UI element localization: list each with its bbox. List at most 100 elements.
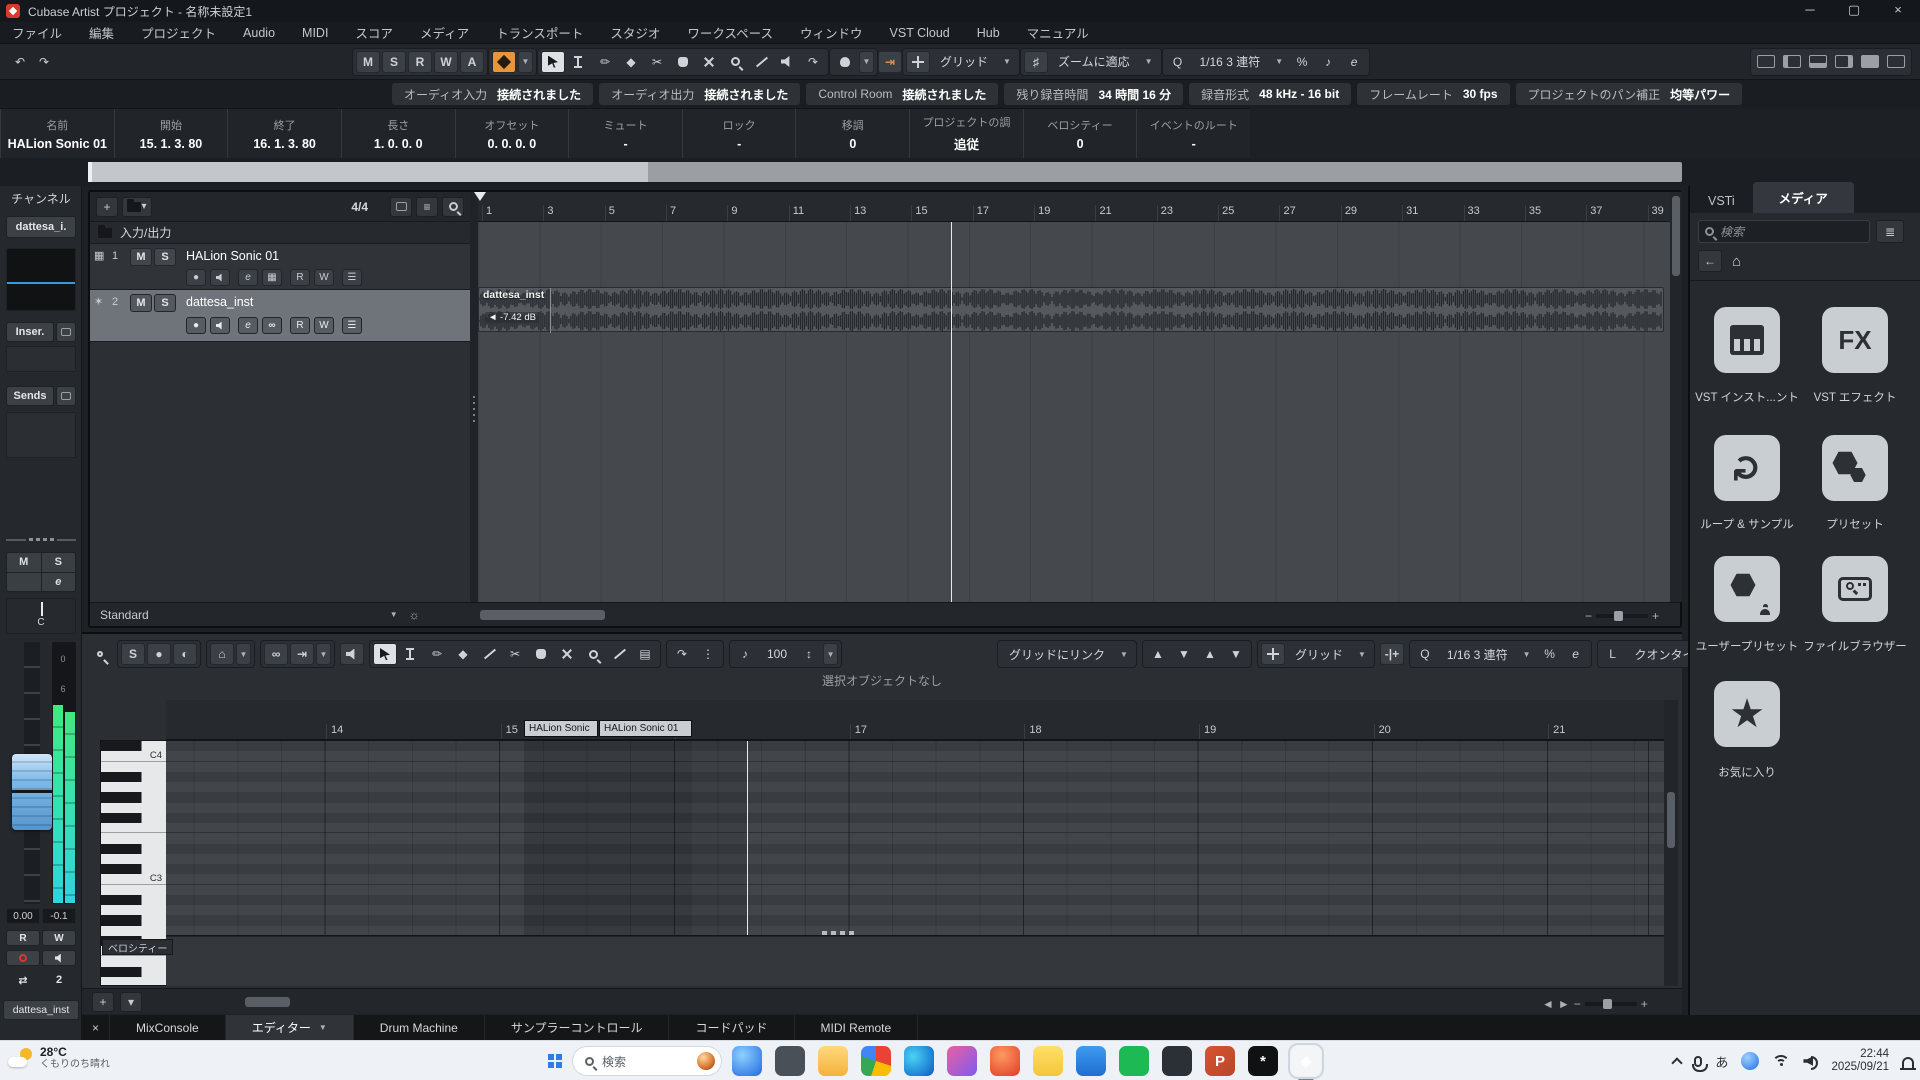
punch-dropdown[interactable]: ▼ [518, 51, 533, 73]
edit-channel-icon[interactable]: e [238, 317, 258, 334]
track-name[interactable]: HALion Sonic 01 [186, 249, 279, 263]
piano-key-C4[interactable]: C4 [101, 751, 166, 761]
color-dropdown[interactable]: ▼ [859, 51, 874, 73]
tab-chord-pads[interactable]: コードパッド [669, 1015, 794, 1040]
menu-item[interactable]: VST Cloud [890, 26, 950, 40]
info-field[interactable]: イベントのルート - [1136, 109, 1250, 158]
editor-quantize-dropdown[interactable]: ▼ [1518, 650, 1536, 659]
close-lower-zone-icon[interactable]: × [82, 1015, 110, 1040]
channel-edit-button[interactable]: e [42, 573, 76, 592]
menu-item[interactable]: スタジオ [610, 23, 660, 42]
range-selection-tool[interactable] [567, 51, 591, 73]
home-icon[interactable]: ⌂ [1732, 253, 1741, 270]
clock[interactable]: 22:44 2025/09/21 [1831, 1048, 1889, 1074]
menu-item[interactable]: スコア [355, 23, 393, 42]
taskbar-app-icon[interactable] [818, 1046, 848, 1076]
write-icon[interactable]: W [314, 269, 334, 286]
info-field-value[interactable]: 追従 [910, 134, 1023, 153]
track-solo-button[interactable]: S [154, 294, 176, 312]
editor-draw-tool[interactable]: ✏ [425, 643, 449, 665]
tile-user-presets[interactable] [1714, 556, 1780, 622]
menu-item[interactable]: ワークスペース [687, 23, 773, 42]
close-button[interactable]: × [1876, 0, 1920, 22]
read-icon[interactable]: R [290, 269, 310, 286]
show-part-borders-icon[interactable]: ⌂ [210, 643, 234, 665]
inserts-button[interactable]: Inser. [6, 322, 54, 342]
zoom-slider[interactable] [1596, 614, 1648, 618]
tray-app-icon[interactable] [1741, 1052, 1759, 1070]
info-field[interactable]: オフセット 0. 0. 0. 0 [455, 109, 569, 158]
editor-vscrollbar[interactable] [1664, 700, 1678, 986]
velocity-lane[interactable] [166, 936, 1664, 986]
piano-key-C3[interactable]: C3 [101, 874, 166, 884]
piano-key-G3[interactable] [101, 803, 166, 813]
autoscroll-button[interactable]: ⇥ [878, 51, 902, 73]
ime-indicator[interactable]: あ [1715, 1052, 1728, 1071]
track-dattesa[interactable]: ✶ 2 M S dattesa_inst ● e ∞ R W ☰ [90, 290, 470, 342]
nudge-down-icon[interactable]: ▼ [1172, 643, 1196, 665]
velocity-stepper[interactable]: ↕ [797, 643, 821, 665]
piano-key-E3[interactable] [101, 833, 166, 843]
menu-item[interactable]: ウィンドウ [800, 23, 863, 42]
info-field[interactable]: 終了 16. 1. 3. 80 [227, 109, 341, 158]
feedback-speaker-icon[interactable] [340, 643, 364, 665]
note-grid[interactable] [166, 740, 1664, 936]
editor-quantize-value[interactable]: 1/16 3 連符 [1439, 646, 1516, 663]
track-visibility-icon[interactable] [390, 197, 412, 217]
record-enable-icon[interactable]: ● [186, 269, 206, 286]
write-automation-button[interactable]: W [42, 930, 76, 946]
piano-key-A2[interactable] [101, 905, 166, 915]
zoom-out-button[interactable]: − [1585, 609, 1592, 623]
status-item[interactable]: 残り録音時間 34 時間 16 分 [1004, 83, 1183, 105]
editor-playhead[interactable] [747, 741, 748, 936]
taskbar-app-icon[interactable] [775, 1046, 805, 1076]
edit-channel-icon[interactable]: e [238, 269, 258, 286]
taskbar-search[interactable]: 検索 [572, 1046, 722, 1076]
status-item[interactable]: プロジェクトのパン補正 均等パワー [1516, 83, 1743, 105]
taskbar-app-icon[interactable] [1162, 1046, 1192, 1076]
grid-icon[interactable]: ♯ [1024, 51, 1048, 73]
automation-button[interactable]: S [382, 51, 406, 73]
punch-button[interactable] [492, 51, 516, 73]
step-input-icon[interactable]: ♪ [733, 643, 757, 665]
minimize-button[interactable]: ─ [1788, 0, 1832, 22]
info-field[interactable]: 開始 15. 1. 3. 80 [114, 109, 228, 158]
menu-item[interactable]: メディア [420, 23, 469, 42]
track-presets-button[interactable]: ▾ [122, 197, 152, 217]
tile-favorites[interactable]: ★ [1714, 681, 1780, 747]
taskbar-app-icon[interactable] [732, 1046, 762, 1076]
read-icon[interactable]: R [290, 317, 310, 334]
taskbar-app-icon[interactable]: P [1205, 1046, 1235, 1076]
taskbar-app-icon[interactable] [1033, 1046, 1063, 1076]
piano-key-F3[interactable] [101, 823, 166, 833]
editor-hscrollbar[interactable] [245, 997, 290, 1007]
piano-key-G2[interactable] [101, 926, 166, 936]
track-halion[interactable]: ▦ 1 M S HALion Sonic 01 ● e ▦ R W ☰ [90, 244, 470, 290]
play-tool[interactable] [775, 51, 799, 73]
setup-toolbar-button[interactable] [1754, 51, 1778, 73]
read-automation-button[interactable]: R [6, 930, 40, 946]
redo-button[interactable]: ↷ [32, 51, 56, 73]
track-solo-button[interactable]: S [154, 248, 176, 266]
link-to-grid-dropdown[interactable]: ▼ [1115, 650, 1133, 659]
grid-type-value[interactable]: ズームに適応 [1050, 53, 1138, 70]
menu-item[interactable]: MIDI [302, 26, 328, 40]
project-playhead[interactable] [951, 222, 952, 602]
info-field[interactable]: ロック - [682, 109, 796, 158]
link-to-grid-value[interactable]: グリッドにリンク [1001, 646, 1113, 663]
track-name[interactable]: dattesa_inst [186, 295, 253, 309]
taskbar-app-icon[interactable] [1076, 1046, 1106, 1076]
editor-zoom-slider[interactable] [1585, 1002, 1637, 1006]
arrange-ruler[interactable]: 13579111315171921232527293133353739 [478, 192, 1670, 222]
tile-vst-effects[interactable]: FX [1822, 307, 1888, 373]
editor-zoom-out[interactable]: − [1574, 997, 1581, 1011]
iterative-quantize-icon[interactable]: ♪ [1316, 51, 1340, 73]
undo-button[interactable]: ↶ [8, 51, 32, 73]
line-tool[interactable] [749, 51, 773, 73]
peak-level-value[interactable]: -0.1 [42, 908, 76, 924]
info-field-value[interactable]: 0. 0. 0. 0 [456, 137, 569, 151]
grid-type-dropdown[interactable]: ▼ [1140, 57, 1158, 66]
freeze-icon[interactable]: ∞ [262, 317, 282, 334]
channel-solo-button[interactable]: S [42, 553, 76, 572]
editor-quantize-panel[interactable]: e [1564, 643, 1588, 665]
